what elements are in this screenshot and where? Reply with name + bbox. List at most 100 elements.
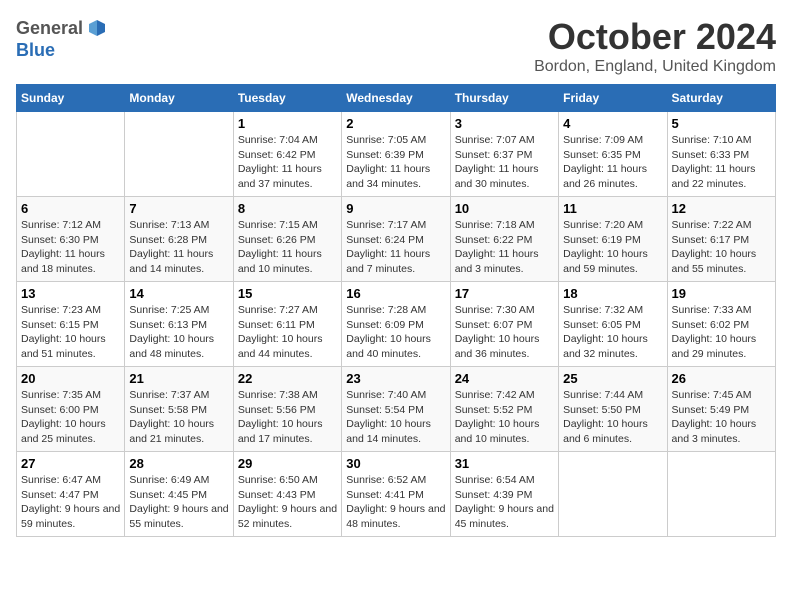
cell-content: Sunrise: 7:35 AMSunset: 6:00 PMDaylight:… (21, 388, 120, 447)
calendar-cell: 23 Sunrise: 7:40 AMSunset: 5:54 PMDayligh… (342, 367, 450, 452)
calendar-cell: 9 Sunrise: 7:17 AMSunset: 6:24 PMDaylight… (342, 197, 450, 282)
cell-content: Sunrise: 7:38 AMSunset: 5:56 PMDaylight:… (238, 388, 337, 447)
cell-content: Sunrise: 7:12 AMSunset: 6:30 PMDaylight:… (21, 218, 120, 277)
calendar-cell: 22 Sunrise: 7:38 AMSunset: 5:56 PMDayligh… (233, 367, 341, 452)
cell-content: Sunrise: 7:30 AMSunset: 6:07 PMDaylight:… (455, 303, 554, 362)
calendar-cell: 16 Sunrise: 7:28 AMSunset: 6:09 PMDayligh… (342, 282, 450, 367)
calendar-cell: 31 Sunrise: 6:54 AMSunset: 4:39 PMDayligh… (450, 452, 558, 537)
cell-content: Sunrise: 7:45 AMSunset: 5:49 PMDaylight:… (672, 388, 771, 447)
calendar-week-row: 6 Sunrise: 7:12 AMSunset: 6:30 PMDaylight… (17, 197, 776, 282)
location-text: Bordon, England, United Kingdom (534, 58, 776, 76)
day-number: 23 (346, 371, 445, 386)
cell-content: Sunrise: 7:42 AMSunset: 5:52 PMDaylight:… (455, 388, 554, 447)
day-number: 28 (129, 456, 228, 471)
logo-blue-text: Blue (16, 40, 55, 60)
calendar-cell: 5 Sunrise: 7:10 AMSunset: 6:33 PMDaylight… (667, 112, 775, 197)
cell-content: Sunrise: 7:37 AMSunset: 5:58 PMDaylight:… (129, 388, 228, 447)
calendar-cell: 2 Sunrise: 7:05 AMSunset: 6:39 PMDaylight… (342, 112, 450, 197)
calendar-cell: 11Sunrise: 7:20 AMSunset: 6:19 PMDayligh… (559, 197, 667, 282)
title-block: October 2024 Bordon, England, United Kin… (534, 16, 776, 76)
header-row: SundayMondayTuesdayWednesdayThursdayFrid… (17, 85, 776, 112)
calendar-week-row: 20Sunrise: 7:35 AMSunset: 6:00 PMDayligh… (17, 367, 776, 452)
calendar-cell: 8 Sunrise: 7:15 AMSunset: 6:26 PMDaylight… (233, 197, 341, 282)
day-number: 14 (129, 286, 228, 301)
day-number: 2 (346, 116, 445, 131)
cell-content: Sunrise: 7:27 AMSunset: 6:11 PMDaylight:… (238, 303, 337, 362)
cell-content: Sunrise: 7:17 AMSunset: 6:24 PMDaylight:… (346, 218, 445, 277)
cell-content: Sunrise: 6:50 AMSunset: 4:43 PMDaylight:… (238, 473, 337, 532)
day-number: 19 (672, 286, 771, 301)
day-of-week-header: Wednesday (342, 85, 450, 112)
cell-content: Sunrise: 6:54 AMSunset: 4:39 PMDaylight:… (455, 473, 554, 532)
cell-content: Sunrise: 7:07 AMSunset: 6:37 PMDaylight:… (455, 133, 554, 192)
day-number: 6 (21, 201, 120, 216)
calendar-cell: 15 Sunrise: 7:27 AMSunset: 6:11 PMDayligh… (233, 282, 341, 367)
day-number: 18 (563, 286, 662, 301)
day-of-week-header: Tuesday (233, 85, 341, 112)
day-number: 3 (455, 116, 554, 131)
day-of-week-header: Friday (559, 85, 667, 112)
day-number: 21 (129, 371, 228, 386)
cell-content: Sunrise: 7:28 AMSunset: 6:09 PMDaylight:… (346, 303, 445, 362)
logo-icon (85, 16, 109, 40)
calendar-cell: 29 Sunrise: 6:50 AMSunset: 4:43 PMDayligh… (233, 452, 341, 537)
day-number: 16 (346, 286, 445, 301)
calendar-cell (17, 112, 125, 197)
day-number: 1 (238, 116, 337, 131)
day-number: 4 (563, 116, 662, 131)
calendar-week-row: 13Sunrise: 7:23 AMSunset: 6:15 PMDayligh… (17, 282, 776, 367)
cell-content: Sunrise: 6:52 AMSunset: 4:41 PMDaylight:… (346, 473, 445, 532)
calendar-cell: 26 Sunrise: 7:45 AMSunset: 5:49 PMDayligh… (667, 367, 775, 452)
calendar-cell: 25 Sunrise: 7:44 AMSunset: 5:50 PMDayligh… (559, 367, 667, 452)
day-of-week-header: Monday (125, 85, 233, 112)
calendar-cell (125, 112, 233, 197)
calendar-cell: 4 Sunrise: 7:09 AMSunset: 6:35 PMDaylight… (559, 112, 667, 197)
cell-content: Sunrise: 7:13 AMSunset: 6:28 PMDaylight:… (129, 218, 228, 277)
cell-content: Sunrise: 7:09 AMSunset: 6:35 PMDaylight:… (563, 133, 662, 192)
day-number: 12 (672, 201, 771, 216)
day-number: 29 (238, 456, 337, 471)
day-number: 13 (21, 286, 120, 301)
calendar-week-row: 1Sunrise: 7:04 AMSunset: 6:42 PMDaylight… (17, 112, 776, 197)
calendar-cell: 10 Sunrise: 7:18 AMSunset: 6:22 PMDayligh… (450, 197, 558, 282)
calendar-cell: 13Sunrise: 7:23 AMSunset: 6:15 PMDayligh… (17, 282, 125, 367)
cell-content: Sunrise: 7:40 AMSunset: 5:54 PMDaylight:… (346, 388, 445, 447)
cell-content: Sunrise: 7:20 AMSunset: 6:19 PMDaylight:… (563, 218, 662, 277)
calendar-cell: 3 Sunrise: 7:07 AMSunset: 6:37 PMDaylight… (450, 112, 558, 197)
day-number: 15 (238, 286, 337, 301)
day-of-week-header: Sunday (17, 85, 125, 112)
day-number: 26 (672, 371, 771, 386)
calendar-cell: 18Sunrise: 7:32 AMSunset: 6:05 PMDayligh… (559, 282, 667, 367)
day-number: 5 (672, 116, 771, 131)
calendar-cell: 19Sunrise: 7:33 AMSunset: 6:02 PMDayligh… (667, 282, 775, 367)
cell-content: Sunrise: 7:25 AMSunset: 6:13 PMDaylight:… (129, 303, 228, 362)
day-number: 8 (238, 201, 337, 216)
cell-content: Sunrise: 7:10 AMSunset: 6:33 PMDaylight:… (672, 133, 771, 192)
cell-content: Sunrise: 7:05 AMSunset: 6:39 PMDaylight:… (346, 133, 445, 192)
day-number: 24 (455, 371, 554, 386)
cell-content: Sunrise: 7:18 AMSunset: 6:22 PMDaylight:… (455, 218, 554, 277)
calendar-cell: 7Sunrise: 7:13 AMSunset: 6:28 PMDaylight… (125, 197, 233, 282)
cell-content: Sunrise: 7:44 AMSunset: 5:50 PMDaylight:… (563, 388, 662, 447)
calendar-cell: 24 Sunrise: 7:42 AMSunset: 5:52 PMDayligh… (450, 367, 558, 452)
calendar-cell: 1Sunrise: 7:04 AMSunset: 6:42 PMDaylight… (233, 112, 341, 197)
day-of-week-header: Thursday (450, 85, 558, 112)
logo: General Blue (16, 16, 109, 61)
day-number: 31 (455, 456, 554, 471)
logo-general-text: General (16, 18, 83, 39)
cell-content: Sunrise: 7:15 AMSunset: 6:26 PMDaylight:… (238, 218, 337, 277)
calendar-cell: 28Sunrise: 6:49 AMSunset: 4:45 PMDayligh… (125, 452, 233, 537)
day-number: 27 (21, 456, 120, 471)
day-number: 9 (346, 201, 445, 216)
calendar-cell: 14 Sunrise: 7:25 AMSunset: 6:13 PMDayligh… (125, 282, 233, 367)
calendar-cell: 20Sunrise: 7:35 AMSunset: 6:00 PMDayligh… (17, 367, 125, 452)
calendar-table: SundayMondayTuesdayWednesdayThursdayFrid… (16, 84, 776, 537)
calendar-cell: 21 Sunrise: 7:37 AMSunset: 5:58 PMDayligh… (125, 367, 233, 452)
day-number: 22 (238, 371, 337, 386)
day-number: 25 (563, 371, 662, 386)
day-number: 10 (455, 201, 554, 216)
calendar-cell (559, 452, 667, 537)
day-of-week-header: Saturday (667, 85, 775, 112)
calendar-cell: 6 Sunrise: 7:12 AMSunset: 6:30 PMDaylight… (17, 197, 125, 282)
page-header: General Blue October 2024 Bordon, Englan… (16, 16, 776, 76)
